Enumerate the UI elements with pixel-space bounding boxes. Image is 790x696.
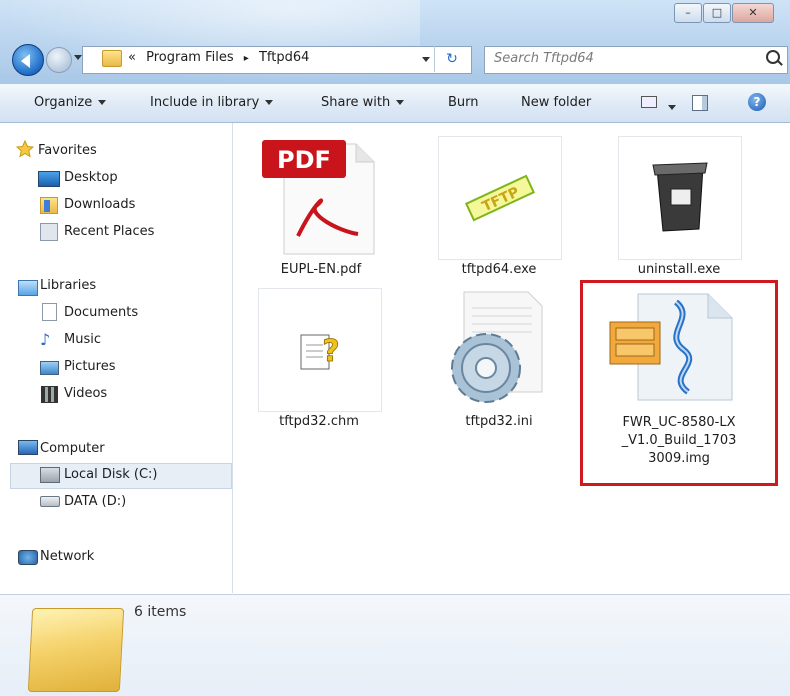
network-icon <box>18 550 38 565</box>
svg-text:PDF: PDF <box>277 146 331 174</box>
breadcrumb-separator[interactable]: ▸ <box>244 53 249 64</box>
file-item-tftpd32-ini[interactable] <box>436 288 562 410</box>
ini-settings-icon <box>451 291 543 403</box>
nav-music[interactable]: Music <box>64 332 101 347</box>
downloads-folder-icon <box>40 197 58 214</box>
breadcrumb-program-files[interactable]: Program Files <box>146 50 234 65</box>
address-dropdown-chevron-icon[interactable] <box>422 57 430 62</box>
nav-desktop[interactable]: Desktop <box>64 170 118 185</box>
file-name-uninstall-exe[interactable]: uninstall.exe <box>618 262 740 277</box>
nav-documents[interactable]: Documents <box>64 305 138 320</box>
uninstall-icon <box>652 162 708 232</box>
recent-pages-chevron-icon[interactable] <box>74 55 82 60</box>
nav-computer[interactable]: Computer <box>40 441 105 456</box>
nav-videos[interactable]: Videos <box>64 386 107 401</box>
recent-places-icon <box>40 223 58 241</box>
nav-network[interactable]: Network <box>40 549 94 564</box>
maximize-button[interactable]: □ <box>703 3 731 23</box>
search-icon[interactable] <box>766 50 780 64</box>
refresh-button[interactable]: ↻ <box>434 46 469 72</box>
nav-libraries[interactable]: Libraries <box>40 278 96 293</box>
chevron-down-icon <box>98 100 107 105</box>
window-controls: – □ ✕ <box>673 3 774 23</box>
change-view-icon[interactable] <box>641 96 657 108</box>
folder-icon <box>102 50 122 67</box>
chevron-down-icon <box>265 100 274 105</box>
nav-data-d[interactable]: DATA (D:) <box>64 494 126 509</box>
music-note-icon: ♪ <box>40 330 51 349</box>
minimize-button[interactable]: – <box>674 3 702 23</box>
computer-icon <box>18 440 38 455</box>
chm-help-icon: ? <box>300 334 340 370</box>
new-folder-button[interactable]: New folder <box>521 95 591 110</box>
file-item-uninstall-exe[interactable] <box>618 136 742 260</box>
burn-button[interactable]: Burn <box>448 95 479 110</box>
nav-downloads[interactable]: Downloads <box>64 197 135 212</box>
breadcrumb-tftpd64[interactable]: Tftpd64 <box>259 50 309 65</box>
file-name-pdf[interactable]: EUPL-EN.pdf <box>258 262 384 277</box>
file-name-tftpd64-exe[interactable]: tftpd64.exe <box>438 262 560 277</box>
local-disk-icon <box>40 467 60 483</box>
drive-icon <box>40 496 60 507</box>
help-icon[interactable]: ? <box>748 93 766 111</box>
share-with-button[interactable]: Share with <box>321 95 405 110</box>
star-icon <box>16 140 34 158</box>
preview-pane-icon[interactable] <box>692 95 708 111</box>
nav-recent-places[interactable]: Recent Places <box>64 224 154 239</box>
item-count: 6 items <box>134 604 187 620</box>
organize-button[interactable]: Organize <box>34 95 107 110</box>
close-button[interactable]: ✕ <box>732 3 774 23</box>
nav-pictures[interactable]: Pictures <box>64 359 115 374</box>
file-item-tftpd64-exe[interactable]: TFTP <box>438 136 562 260</box>
tftp-exe-icon: TFTP <box>464 174 536 222</box>
view-options-button[interactable] <box>668 100 676 115</box>
file-item-tftpd32-chm[interactable]: ? <box>258 288 382 412</box>
highlight-annotation-box <box>580 280 778 486</box>
libraries-icon <box>18 280 38 296</box>
svg-text:?: ? <box>322 334 339 369</box>
breadcrumb-overflow[interactable]: « <box>128 50 136 65</box>
pdf-icon: PDF <box>262 140 375 255</box>
desktop-icon <box>38 171 60 187</box>
documents-icon <box>42 303 57 321</box>
folder-icon <box>27 608 125 692</box>
file-name-tftpd32-chm[interactable]: tftpd32.chm <box>258 414 380 429</box>
include-in-library-button[interactable]: Include in library <box>150 95 274 110</box>
breadcrumb[interactable]: « Program Files ▸ Tftpd64 <box>128 50 309 65</box>
file-name-tftpd32-ini[interactable]: tftpd32.ini <box>438 414 560 429</box>
chevron-down-icon <box>396 100 405 105</box>
pictures-icon <box>40 361 59 375</box>
back-button[interactable] <box>12 44 44 76</box>
videos-icon <box>41 386 58 403</box>
forward-button[interactable] <box>46 47 72 73</box>
file-item-pdf[interactable]: PDF <box>258 136 384 258</box>
search-placeholder: Search Tftpd64 <box>494 51 594 66</box>
nav-favorites[interactable]: Favorites <box>38 143 97 158</box>
chevron-down-icon <box>668 105 676 110</box>
navigation-pane <box>0 123 233 593</box>
nav-local-disk-c[interactable]: Local Disk (C:) <box>64 467 157 482</box>
